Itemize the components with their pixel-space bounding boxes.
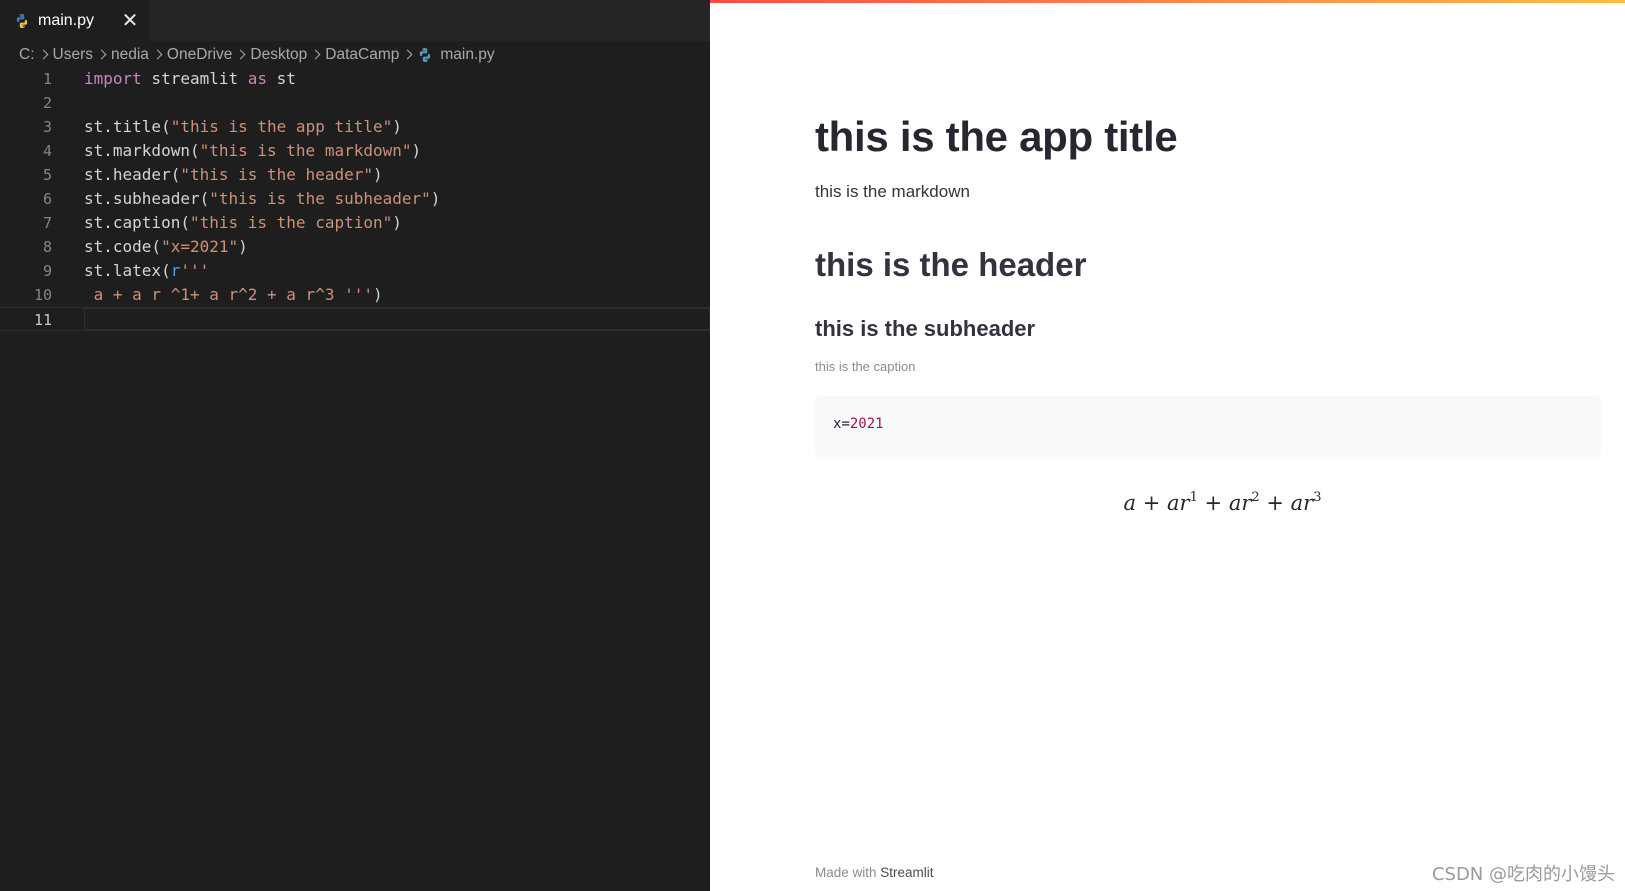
code-line-text: st.markdown("this is the markdown") xyxy=(84,141,422,160)
code-line: 7 st.caption("this is the caption") xyxy=(0,211,710,235)
code-block: x=2021 xyxy=(815,396,1601,457)
latex-op: + xyxy=(1142,491,1161,515)
latex-op: + xyxy=(1204,491,1223,515)
chevron-right-icon xyxy=(93,47,111,63)
python-icon xyxy=(16,13,28,28)
code-line: 3 st.title("this is the app title") xyxy=(0,115,710,139)
code-line: 1 import streamlit as st xyxy=(0,67,710,91)
code-line-current: 11 xyxy=(0,307,710,331)
line-number: 3 xyxy=(42,118,52,136)
code-operator: = xyxy=(841,416,850,432)
latex-term: ar xyxy=(1167,491,1190,515)
watermark: CSDN @吃肉的小馒头 xyxy=(1431,864,1615,885)
line-number: 2 xyxy=(42,94,52,112)
python-icon xyxy=(420,48,431,62)
line-number: 10 xyxy=(33,286,52,304)
breadcrumb: C: Users nedia OneDrive Desktop DataCamp… xyxy=(19,44,495,66)
code-line-text: st.caption("this is the caption") xyxy=(84,213,402,232)
breadcrumb-desktop[interactable]: Desktop xyxy=(250,46,307,64)
breadcrumb-file[interactable]: main.py xyxy=(417,46,495,64)
code-area[interactable]: 1 import streamlit as st 2 3 st.title("t… xyxy=(0,67,710,331)
chevron-right-icon xyxy=(35,47,53,63)
decoration-bar xyxy=(710,0,1625,3)
code-line: 6 st.subheader("this is the subheader") xyxy=(0,187,710,211)
code-line-text: import streamlit as st xyxy=(84,69,296,88)
code-line: 5 st.header("this is the header") xyxy=(0,163,710,187)
latex-term: ar xyxy=(1228,491,1252,515)
code-line-text: st.header("this is the header") xyxy=(84,165,383,184)
latex-formula: a + ar1 + ar2 + ar3 xyxy=(1123,490,1321,515)
line-number: 11 xyxy=(33,311,52,329)
latex-exponent: 1 xyxy=(1189,490,1198,505)
code-block-text[interactable]: x=2021 xyxy=(833,416,884,432)
line-number: 5 xyxy=(42,166,52,184)
markdown-text: this is the markdown xyxy=(815,182,970,201)
line-number: 6 xyxy=(42,190,52,208)
chevron-right-icon xyxy=(149,47,167,63)
latex-exponent: 2 xyxy=(1251,490,1260,505)
tab-main-py[interactable]: main.py ✕ xyxy=(0,0,149,41)
close-icon[interactable]: ✕ xyxy=(119,9,141,31)
latex-term: a xyxy=(1123,491,1137,515)
tab-label: main.py xyxy=(38,11,95,29)
current-line-highlight xyxy=(84,308,710,330)
code-line: 8 st.code("x=2021") xyxy=(0,235,710,259)
chevron-right-icon xyxy=(232,47,250,63)
code-line-text: st.code("x=2021") xyxy=(84,237,248,256)
breadcrumb-nedia[interactable]: nedia xyxy=(111,46,149,64)
code-line: 4 st.markdown("this is the markdown") xyxy=(0,139,710,163)
caption-text: this is the caption xyxy=(815,359,916,374)
latex-term: ar xyxy=(1290,491,1314,515)
chevron-right-icon xyxy=(399,47,417,63)
footer: Made with Streamlit xyxy=(815,865,934,880)
code-line-text: st.latex(r''' xyxy=(84,261,210,280)
streamlit-app: this is the app title this is the markdo… xyxy=(710,0,1625,891)
editor-tab-bar: main.py ✕ xyxy=(0,0,710,41)
line-number: 8 xyxy=(42,238,52,256)
latex-block: a + ar1 + ar2 + ar3 xyxy=(710,490,1625,515)
footer-prefix: Made with xyxy=(815,865,881,880)
streamlit-link[interactable]: Streamlit xyxy=(880,865,933,880)
subheader-text: this is the subheader xyxy=(815,316,1036,341)
line-number: 1 xyxy=(42,70,52,88)
code-line: 10 a + a r ^1+ a r^2 + a r^3 ''') xyxy=(0,283,710,307)
line-number: 7 xyxy=(42,214,52,232)
latex-exponent: 3 xyxy=(1313,490,1322,505)
line-number: 4 xyxy=(42,142,52,160)
code-line-text: a + a r ^1+ a r^2 + a r^3 ''') xyxy=(84,285,383,304)
latex-op: + xyxy=(1266,491,1284,515)
code-editor: main.py ✕ C: Users nedia OneDrive Deskto… xyxy=(0,0,710,891)
breadcrumb-file-label: main.py xyxy=(440,46,495,63)
breadcrumb-datacamp[interactable]: DataCamp xyxy=(325,46,399,64)
app-title: this is the app title xyxy=(815,113,1178,160)
breadcrumb-onedrive[interactable]: OneDrive xyxy=(167,46,232,64)
line-number: 9 xyxy=(42,262,52,280)
code-line: 9 st.latex(r''' xyxy=(0,259,710,283)
breadcrumb-drive[interactable]: C: xyxy=(19,46,35,64)
code-line: 2 xyxy=(0,91,710,115)
code-number: 2021 xyxy=(849,416,884,432)
chevron-right-icon xyxy=(307,47,325,63)
code-line-text: st.title("this is the app title") xyxy=(84,117,402,136)
breadcrumb-users[interactable]: Users xyxy=(53,46,93,64)
header-text: this is the header xyxy=(815,246,1087,283)
code-line-text: st.subheader("this is the subheader") xyxy=(84,189,441,208)
